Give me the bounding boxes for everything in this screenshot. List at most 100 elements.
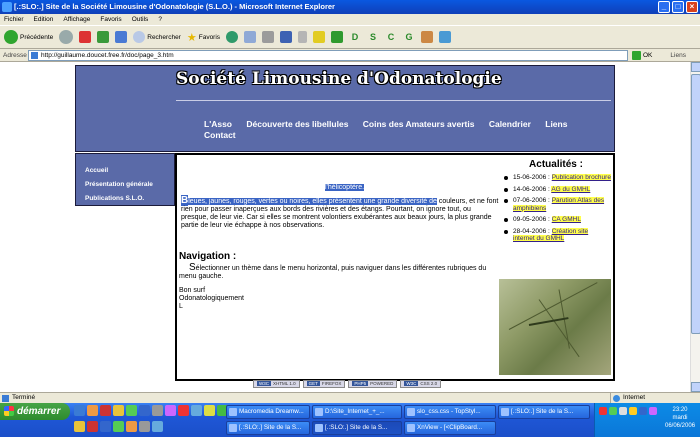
address-input[interactable]: http://guillaume.doucet.free.fr/doc/page… (28, 49, 628, 61)
scroll-thumb[interactable] (691, 74, 700, 334)
sign-line: Odonatologiquement (179, 295, 244, 302)
badge-css[interactable]: W3C CSS 2.0 (400, 380, 442, 388)
minimize-button[interactable]: _ (658, 1, 670, 13)
clock-time: 23:20 (672, 407, 688, 413)
side-item-accueil[interactable]: Accueil (85, 164, 174, 178)
dragonfly-body (528, 317, 569, 326)
menu-fichier[interactable]: Fichier (4, 14, 24, 25)
quicklaunch-app-icon[interactable] (152, 421, 163, 432)
task-dreamweaver[interactable]: Macromedia Dreamw... (226, 405, 310, 419)
menu-bar: Fichier Edition Affichage Favoris Outils… (0, 14, 700, 25)
quicklaunch-app-icon[interactable] (204, 405, 215, 416)
refresh-icon[interactable] (97, 31, 110, 43)
menu-help[interactable]: ? (158, 14, 162, 25)
nav-decouverte[interactable]: Découverte des libellules (246, 119, 348, 129)
clock[interactable]: 23:20 mardi 06/06/2006 (665, 406, 695, 430)
forward-button[interactable] (59, 30, 74, 44)
scroll-down-button[interactable] (691, 382, 700, 392)
checkmark-icon[interactable] (331, 31, 344, 43)
news-link[interactable]: CA GMHL (551, 216, 581, 223)
nav-contact[interactable]: Contact (204, 130, 236, 140)
close-button[interactable]: × (686, 1, 698, 13)
quicklaunch-app-icon[interactable] (100, 405, 111, 416)
task-explorer-folder[interactable]: D:\Site_Internet_+_... (312, 405, 402, 419)
task-topstyle[interactable]: slo_css.css - TopStyl... (404, 405, 496, 419)
task-ie-window[interactable]: [.:SLO:.] Site de la S... (226, 421, 310, 435)
quicklaunch-app-icon[interactable] (139, 421, 150, 432)
maximize-button[interactable]: □ (672, 1, 684, 13)
side-item-publications[interactable]: Publications S.L.O. (85, 192, 174, 206)
tray-icon[interactable] (629, 407, 637, 415)
badge-firefox[interactable]: GET FIREFOX (302, 380, 346, 388)
quicklaunch-firefox-icon[interactable] (87, 405, 98, 416)
quicklaunch-folder-icon[interactable] (74, 421, 85, 432)
search-icon (133, 31, 146, 43)
discuss-icon[interactable] (298, 31, 308, 43)
quicklaunch-app-icon[interactable] (152, 405, 163, 416)
menu-edition[interactable]: Edition (34, 14, 54, 25)
site-title: Société Limousine d'Odonatologie (176, 69, 502, 89)
stop-icon[interactable] (79, 31, 92, 43)
news-link[interactable]: AG du GMHL (551, 185, 591, 193)
nav-coins-amateurs[interactable]: Coins des Amateurs avertis (363, 119, 475, 129)
vertical-scrollbar[interactable] (690, 62, 700, 392)
nav-calendrier[interactable]: Calendrier (489, 119, 531, 129)
print-icon[interactable] (262, 31, 275, 43)
tool-icon[interactable] (421, 31, 434, 43)
task-ie-window-active[interactable]: [.:SLO:.] Site de la S... (312, 421, 402, 435)
quicklaunch-app-icon[interactable] (191, 405, 202, 416)
quicklaunch-ie-icon[interactable] (74, 405, 85, 416)
news-link[interactable]: Publication brochure (551, 174, 611, 181)
address-url: http://guillaume.doucet.free.fr/doc/page… (41, 51, 174, 59)
side-item-presentation[interactable]: Présentation générale (85, 178, 174, 192)
navigation-heading: Navigation : (179, 251, 237, 262)
tray-icon[interactable] (619, 407, 627, 415)
task-xnview[interactable]: XnView - [<ClipBoard... (404, 421, 496, 435)
intro-highlight: leues, jaunes, rouges, vertes ou noires,… (188, 198, 437, 205)
go-button[interactable]: OK (632, 50, 652, 60)
nav-liens[interactable]: Liens (545, 119, 567, 129)
nav-asso[interactable]: L'Asso (204, 119, 232, 129)
tray-icon[interactable] (599, 407, 607, 415)
research-icon[interactable] (439, 31, 452, 43)
edit-icon[interactable] (280, 31, 293, 43)
links-button[interactable]: Liens (670, 52, 686, 59)
quicklaunch-app-icon[interactable] (165, 405, 176, 416)
quicklaunch-app-icon[interactable] (87, 421, 98, 432)
messenger-icon[interactable] (313, 31, 326, 43)
start-button[interactable]: démarrer (0, 403, 70, 420)
window-title-bar[interactable]: [.:SLO:.] Site de la Société Limousine d… (0, 0, 700, 14)
quicklaunch-app-icon[interactable] (100, 421, 111, 432)
quicklaunch-app-icon[interactable] (126, 421, 137, 432)
quicklaunch-folder-icon[interactable] (113, 405, 124, 416)
back-button[interactable]: Précédente (4, 30, 53, 44)
tray-icon[interactable] (649, 407, 657, 415)
quicklaunch-app-icon[interactable] (178, 405, 189, 416)
menu-affichage[interactable]: Affichage (63, 14, 90, 25)
toolbar-letter-c[interactable]: C (385, 32, 397, 42)
quicklaunch-app-icon[interactable] (139, 405, 150, 416)
toolbar-letter-d[interactable]: D (349, 32, 361, 42)
menu-outils[interactable]: Outils (132, 14, 149, 25)
ie-icon (2, 2, 12, 12)
image-caption: l'hélicoptère. (325, 184, 365, 191)
toolbar-letter-g[interactable]: G (403, 32, 415, 42)
history-icon[interactable] (226, 31, 239, 43)
menu-favoris[interactable]: Favoris (100, 14, 121, 25)
home-icon[interactable] (115, 31, 128, 43)
badge-xhtml[interactable]: W3C XHTML 1.0 (253, 380, 300, 388)
toolbar-letter-s[interactable]: S (367, 32, 379, 42)
badge-php[interactable]: PHP5 POWERED (348, 380, 398, 388)
search-button[interactable]: Rechercher (133, 31, 181, 43)
favorites-button[interactable]: ★ Favoris (187, 31, 220, 44)
tray-icon[interactable] (609, 407, 617, 415)
scroll-up-button[interactable] (691, 62, 700, 72)
navigation-paragraph: Sélectionner un thème dans le menu horiz… (179, 263, 499, 281)
navigation-text: électionner un thème dans le menu horizo… (179, 265, 487, 280)
quick-launch-row2 (74, 421, 163, 432)
mail-icon[interactable] (244, 31, 257, 43)
task-ie-window[interactable]: [.:SLO:.] Site de la S... (498, 405, 590, 419)
quicklaunch-app-icon[interactable] (113, 421, 124, 432)
quicklaunch-app-icon[interactable] (126, 405, 137, 416)
tray-icon[interactable] (639, 407, 647, 415)
